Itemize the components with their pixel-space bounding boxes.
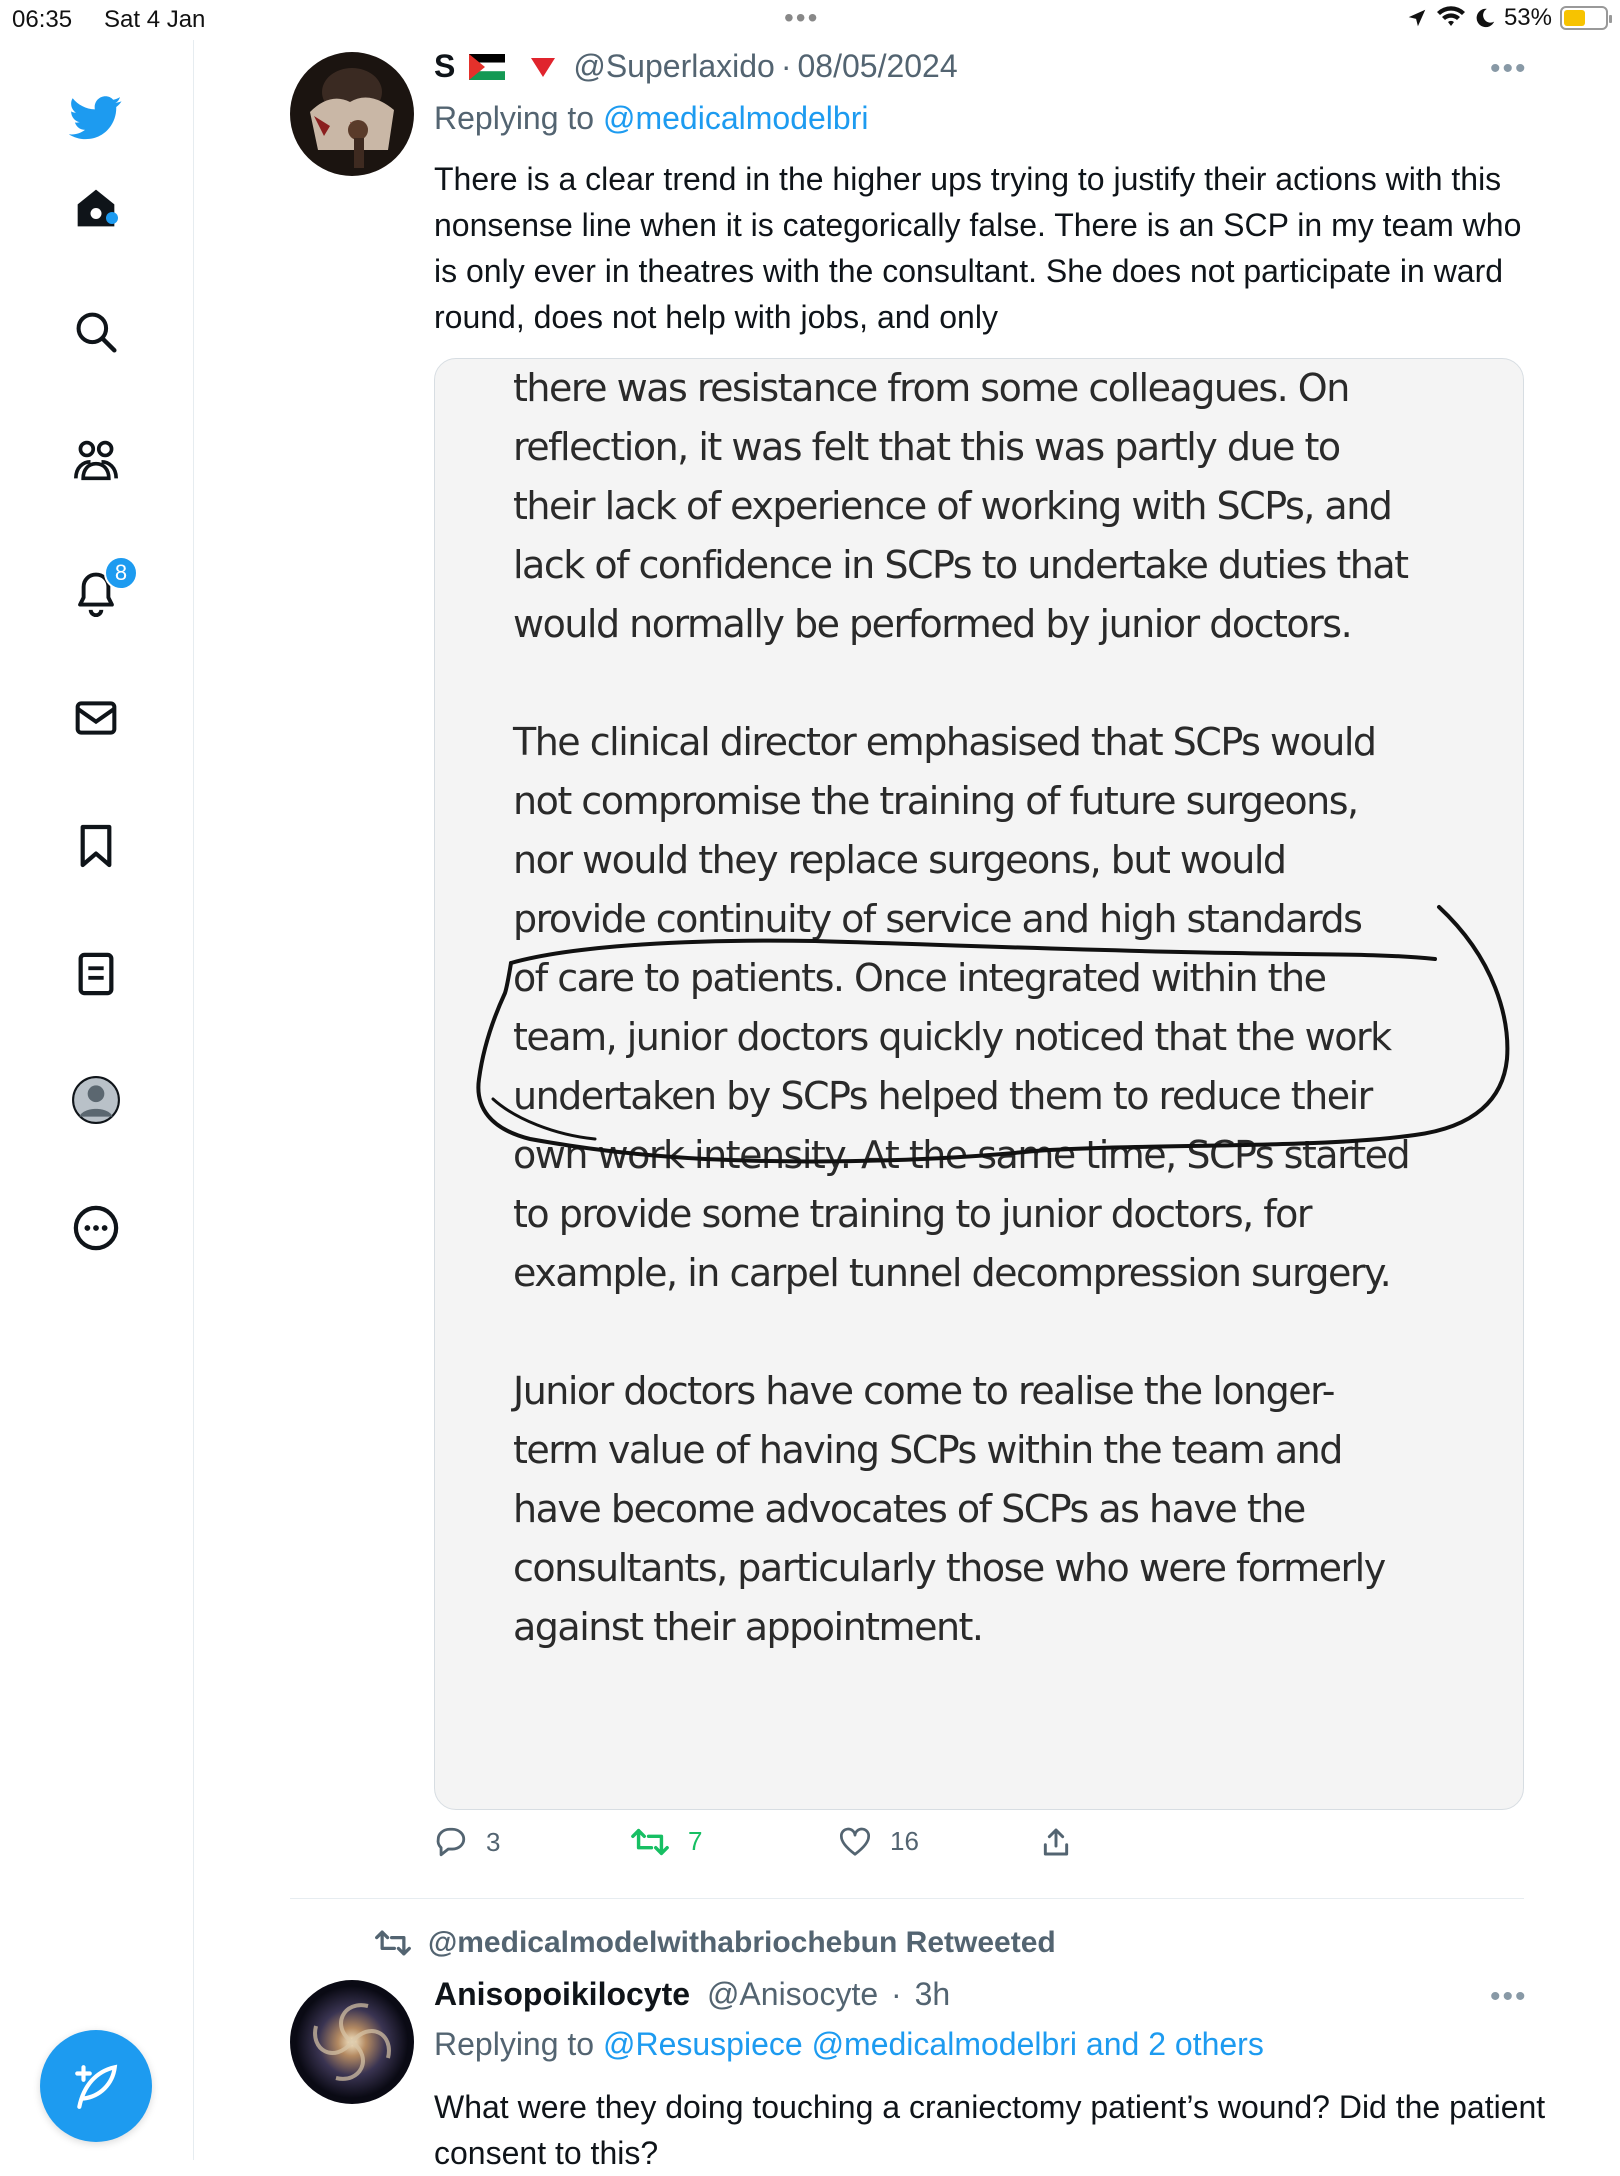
red-triangle-icon — [531, 57, 556, 77]
tweet2-time[interactable]: 3h — [915, 1976, 951, 2012]
like-count: 16 — [890, 1826, 919, 1856]
multitasking-dots-icon[interactable]: ••• — [784, 2, 819, 34]
retweet-button[interactable]: 7 — [630, 1826, 702, 1857]
tweet2-display-name[interactable]: Anisopoikilocyte — [434, 1976, 690, 2012]
retweeted-icon — [375, 1930, 411, 1956]
sidebar: 8 — [0, 40, 194, 2160]
more-options-icon[interactable] — [66, 1198, 126, 1258]
battery-fill — [1564, 10, 1586, 26]
replying-to-prefix: Replying to — [434, 100, 595, 136]
retweet-count: 7 — [688, 1826, 703, 1856]
battery-percent: 53% — [1503, 4, 1552, 31]
tweet-header: S @Superlaxido · 08/05/2024 — [434, 48, 958, 85]
reply-count: 3 — [486, 1826, 501, 1857]
handwritten-circle-annotation — [476, 905, 1510, 1164]
lists-icon[interactable] — [66, 944, 126, 1004]
retweet-icon — [631, 1828, 669, 1855]
author-handle[interactable]: @Superlaxido — [573, 48, 774, 85]
search-icon[interactable] — [66, 302, 126, 362]
author-avatar[interactable] — [290, 52, 414, 176]
home-icon[interactable] — [66, 178, 126, 238]
compose-feather-icon — [75, 2064, 118, 2109]
replying-to-line: Replying to @medicalmodelbri — [434, 100, 868, 137]
notification-count-badge: 8 — [104, 556, 138, 590]
status-indicators: 53% — [1406, 4, 1612, 32]
tweet-more-options-icon[interactable]: ••• — [1490, 52, 1528, 86]
tweet2-separator-dot: · — [891, 1976, 902, 2012]
profile-avatar-icon[interactable] — [66, 1070, 126, 1130]
tweet-date[interactable]: 08/05/2024 — [797, 48, 957, 85]
tweet2-replying-to-line: Replying to @Resuspiece @medicalmodelbri… — [434, 2026, 1264, 2063]
do-not-disturb-moon-icon — [1476, 8, 1495, 28]
tweet2-replying-to-users-link[interactable]: @Resuspiece @medicalmodelbri and 2 other… — [603, 2026, 1264, 2062]
tweet-body: There is a clear trend in the higher ups… — [434, 161, 1522, 335]
wifi-icon — [1436, 6, 1465, 26]
twitter-logo-icon[interactable] — [66, 88, 126, 148]
home-new-indicator — [106, 212, 118, 224]
location-icon — [1408, 9, 1426, 27]
communities-icon[interactable] — [66, 430, 126, 490]
tweet2-more-options-icon[interactable]: ••• — [1490, 1980, 1528, 2014]
tweet2-handle[interactable]: @Anisocyte — [707, 1976, 878, 2012]
tweet2-author-avatar[interactable] — [290, 1980, 414, 2104]
share-button[interactable] — [1040, 1826, 1072, 1858]
author-display-name[interactable]: S — [434, 48, 455, 85]
like-button[interactable]: 16 — [838, 1826, 919, 1857]
status-date: Sat 4 Jan — [104, 6, 206, 33]
compose-tweet-button[interactable] — [40, 2030, 152, 2142]
battery-icon — [1560, 6, 1612, 30]
tweet-image[interactable]: there was resistance from some colleague… — [434, 358, 1524, 1810]
palestine-flag-icon — [469, 53, 506, 80]
retweeted-by-text: @medicalmodelwithabriochebun Retweeted — [428, 1926, 1056, 1959]
status-bar: 06:35 Sat 4 Jan ••• 53% — [0, 0, 1620, 40]
tweet2-body: What were they doing touching a craniect… — [434, 2089, 1546, 2171]
status-time: 06:35 — [12, 6, 73, 33]
bookmarks-icon[interactable] — [66, 816, 126, 876]
tweet2-header: Anisopoikilocyte @Anisocyte · 3h — [434, 1976, 950, 2013]
messages-envelope-icon[interactable] — [66, 688, 126, 748]
like-heart-icon — [840, 1827, 870, 1856]
reply-icon — [436, 1827, 466, 1857]
reply-button[interactable]: 3 — [434, 1826, 500, 1858]
separator-dot: · — [780, 48, 792, 84]
retweeted-by-line[interactable]: @medicalmodelwithabriochebun Retweeted — [374, 1926, 1056, 1960]
replying-to-user-link[interactable]: @medicalmodelbri — [603, 100, 868, 136]
tweet-actions: 3 7 16 — [434, 1826, 1434, 1870]
share-icon — [1043, 1828, 1069, 1856]
tweet2-replying-to-prefix: Replying to — [434, 2026, 595, 2062]
tweet-divider — [290, 1898, 1524, 1899]
